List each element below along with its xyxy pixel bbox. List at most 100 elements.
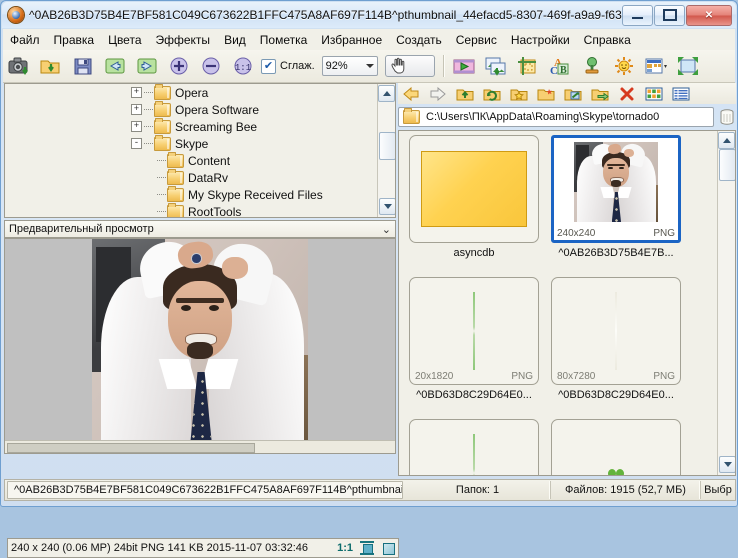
tree-item-content[interactable]: Content bbox=[5, 151, 378, 169]
thumbnail-green-line[interactable]: 20x1820 PNG ^0BD63D8C29D64E0... bbox=[405, 277, 543, 417]
batch-convert-button[interactable] bbox=[481, 51, 511, 81]
nav-copy-to-button[interactable] bbox=[560, 83, 586, 105]
menu-favorites[interactable]: Избранное bbox=[314, 31, 389, 49]
layout-button[interactable] bbox=[641, 51, 671, 81]
fit-window-icon[interactable] bbox=[360, 541, 374, 555]
zoom-out-button[interactable] bbox=[196, 51, 226, 81]
zoom-in-button[interactable] bbox=[164, 51, 194, 81]
window-buttons: ✕ bbox=[622, 4, 732, 26]
thumbnail-photo-selected[interactable]: 240x240 PNG ^0AB26B3D75B4E7B... bbox=[547, 135, 685, 275]
preview-hscrollbar[interactable] bbox=[5, 440, 395, 453]
scroll-up-button[interactable] bbox=[378, 85, 395, 102]
view-thumbnails-button[interactable] bbox=[641, 83, 667, 105]
maximize-button[interactable] bbox=[654, 4, 685, 26]
tree-item-screaming-bee[interactable]: + Screaming Bee bbox=[5, 117, 378, 135]
brightness-button[interactable] bbox=[609, 51, 639, 81]
thumbnail-frame[interactable]: 80x7280 PNG bbox=[551, 277, 681, 385]
trash-bin-icon[interactable] bbox=[718, 107, 736, 127]
preview-panel[interactable] bbox=[4, 238, 396, 454]
scroll-down-button[interactable] bbox=[379, 198, 395, 215]
tree-item-opera[interactable]: + Opera bbox=[5, 84, 378, 101]
thumbnail-asyncdb[interactable]: asyncdb bbox=[405, 135, 543, 275]
nav-move-to-button[interactable] bbox=[587, 83, 613, 105]
expander-icon[interactable]: + bbox=[131, 104, 142, 115]
view-details-button[interactable] bbox=[668, 83, 694, 105]
folder-icon bbox=[154, 100, 171, 117]
thumbnail-frame[interactable] bbox=[409, 419, 539, 475]
expander-icon[interactable]: + bbox=[131, 87, 142, 98]
hand-tool-combo[interactable] bbox=[384, 55, 435, 77]
menu-help[interactable]: Справка bbox=[577, 31, 638, 49]
close-button[interactable]: ✕ bbox=[686, 4, 732, 26]
thumbnail-frame[interactable] bbox=[409, 135, 539, 243]
smooth-checkbox-wrapper[interactable]: ✔ Сглаж. bbox=[261, 58, 315, 74]
menu-settings[interactable]: Настройки bbox=[504, 31, 577, 49]
thumbnail-scrollbar[interactable] bbox=[717, 131, 735, 475]
scrollbar-thumb[interactable] bbox=[719, 149, 735, 181]
folder-tree[interactable]: + Opera + Opera Software + Screaming Bee bbox=[4, 83, 396, 218]
scrollbar-thumb[interactable] bbox=[379, 132, 395, 160]
text-tool-button[interactable]: ABC bbox=[545, 51, 575, 81]
nav-forward-button[interactable] bbox=[425, 83, 451, 105]
capture-screen-button[interactable] bbox=[4, 51, 34, 81]
tree-item-my-skype-received-files[interactable]: My Skype Received Files bbox=[5, 185, 378, 203]
expander-icon[interactable]: + bbox=[131, 121, 142, 132]
crop-button[interactable] bbox=[513, 51, 543, 81]
smooth-checkbox[interactable]: ✔ bbox=[261, 58, 276, 74]
tree-item-skype[interactable]: - Skype bbox=[5, 134, 378, 152]
title-bar: ^0AB26B3D75B4E7BF581C049C673622B1FFC475A… bbox=[2, 2, 736, 28]
menu-edit[interactable]: Правка bbox=[47, 31, 102, 49]
thumbnail-dimensions: 240x240 bbox=[557, 228, 596, 239]
tree-connector bbox=[144, 125, 153, 128]
thumbnail-browser[interactable]: asyncdb 240x240 PNG ^0AB26B3D75B4E7B... … bbox=[398, 130, 736, 476]
address-field[interactable]: C:\Users\ПК\AppData\Roaming\Skype\tornad… bbox=[398, 107, 714, 127]
thumbnail-frame[interactable] bbox=[551, 419, 681, 475]
nav-refresh-button[interactable] bbox=[479, 83, 505, 105]
menu-file[interactable]: Файл bbox=[3, 31, 47, 49]
thumbnail-format: PNG bbox=[511, 371, 533, 382]
menu-view[interactable]: Вид bbox=[217, 31, 253, 49]
preview-hscroll-thumb[interactable] bbox=[7, 443, 255, 453]
chevron-collapse-icon[interactable]: ⌄ bbox=[382, 223, 391, 236]
tree-item-datarv[interactable]: DataRv bbox=[5, 168, 378, 186]
menu-effects[interactable]: Эффекты bbox=[149, 31, 218, 49]
zoom-level-value: 92% bbox=[325, 60, 348, 72]
thumbnail-partial-2[interactable] bbox=[547, 419, 685, 475]
minimize-button[interactable] bbox=[622, 4, 653, 26]
thumbnail-frame[interactable]: 20x1820 PNG bbox=[409, 277, 539, 385]
nav-delete-button[interactable] bbox=[614, 83, 640, 105]
scroll-down-button[interactable] bbox=[719, 456, 735, 473]
tree-connector bbox=[144, 142, 153, 145]
zoom-level-combo[interactable]: 92% bbox=[321, 56, 378, 76]
scroll-up-button[interactable] bbox=[718, 132, 735, 149]
folder-tree-scrollbar[interactable] bbox=[377, 84, 395, 217]
zoom-actual-button[interactable]: 1:1 bbox=[228, 51, 258, 81]
nav-back-button[interactable] bbox=[398, 83, 424, 105]
menu-create[interactable]: Создать bbox=[389, 31, 449, 49]
nav-favorites-button[interactable] bbox=[506, 83, 532, 105]
menu-tools[interactable]: Сервис bbox=[449, 31, 504, 49]
nav-new-folder-button[interactable] bbox=[533, 83, 559, 105]
thumbnail-grid: asyncdb 240x240 PNG ^0AB26B3D75B4E7B... … bbox=[399, 131, 718, 475]
fit-image-icon[interactable] bbox=[381, 541, 395, 555]
tree-item-opera-software[interactable]: + Opera Software bbox=[5, 100, 378, 118]
application-window: ^0AB26B3D75B4E7BF581C049C673622B1FFC475A… bbox=[0, 0, 738, 558]
forward-button[interactable] bbox=[132, 51, 162, 81]
menu-mark[interactable]: Пометка bbox=[253, 31, 315, 49]
thumbnail-frame[interactable]: 240x240 PNG bbox=[551, 135, 681, 243]
menu-colors[interactable]: Цвета bbox=[101, 31, 148, 49]
open-folder-button[interactable] bbox=[36, 51, 66, 81]
back-button[interactable] bbox=[100, 51, 130, 81]
stamp-button[interactable] bbox=[577, 51, 607, 81]
save-button[interactable] bbox=[68, 51, 98, 81]
fullscreen-button[interactable] bbox=[673, 51, 703, 81]
tree-item-label: Opera Software bbox=[175, 102, 260, 117]
thumbnail-white-line[interactable]: 80x7280 PNG ^0BD63D8C29D64E0... bbox=[547, 277, 685, 417]
expander-icon[interactable]: - bbox=[131, 138, 142, 149]
nav-up-button[interactable] bbox=[452, 83, 478, 105]
tree-item-roottools[interactable]: RootTools bbox=[5, 202, 378, 217]
thumbnail-partial-1[interactable] bbox=[405, 419, 543, 475]
right-pane: C:\Users\ПК\AppData\Roaming\Skype\tornad… bbox=[398, 83, 736, 476]
svg-text:B: B bbox=[560, 65, 567, 76]
slideshow-button[interactable] bbox=[449, 51, 479, 81]
